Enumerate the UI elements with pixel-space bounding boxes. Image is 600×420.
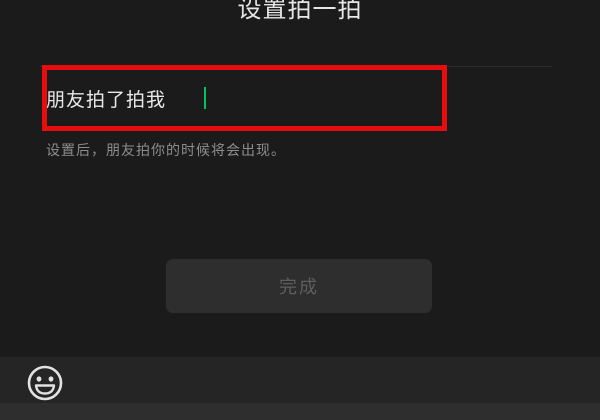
hint-text: 设置后，朋友拍你的时候将会出现。 <box>46 143 286 159</box>
screen: 设置拍一拍 朋友拍了拍我 设置后，朋友拍你的时候将会出现。 完成 <box>0 0 600 420</box>
page-title: 设置拍一拍 <box>237 0 363 23</box>
emoji-icon[interactable] <box>26 364 64 402</box>
done-button[interactable]: 完成 <box>166 259 432 313</box>
highlight-annotation-box <box>42 65 447 131</box>
keyboard-top-edge <box>0 403 600 420</box>
